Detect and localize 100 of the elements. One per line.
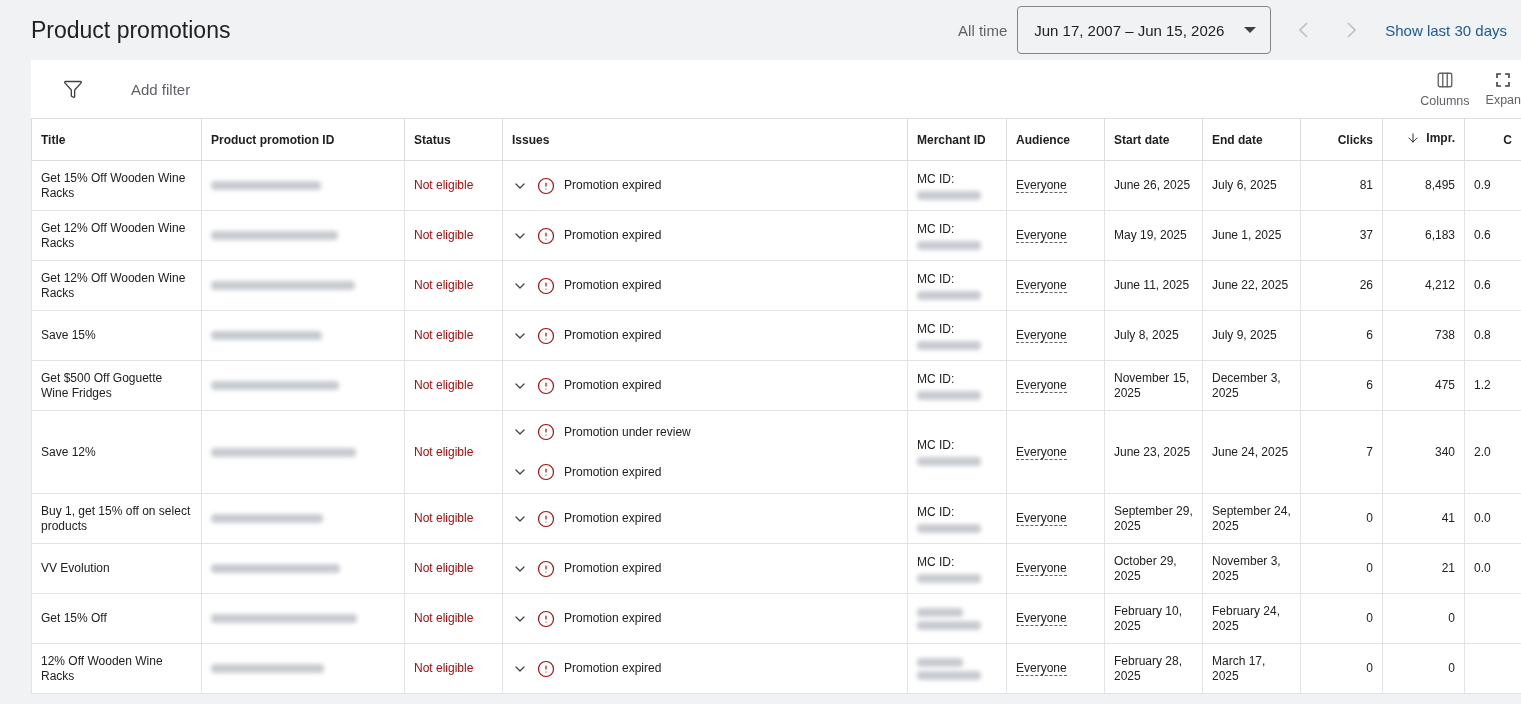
- title-cell: Save 12%: [41, 444, 96, 459]
- start-date: June 26, 2025: [1114, 178, 1191, 192]
- column-header[interactable]: Audience: [1006, 118, 1105, 161]
- impressions-value: 0: [1448, 611, 1455, 625]
- column-header[interactable]: Start date: [1104, 118, 1203, 161]
- alert-icon: [537, 326, 555, 345]
- column-header[interactable]: Product promotion ID: [201, 118, 405, 161]
- column-header[interactable]: Clicks: [1300, 118, 1383, 161]
- end-date: June 1, 2025: [1212, 228, 1282, 242]
- title-cell: Get 15% Off: [41, 611, 107, 625]
- alert-icon: [537, 463, 555, 481]
- merchant-id-label: MC ID:: [917, 221, 955, 236]
- column-header[interactable]: Issues: [502, 118, 908, 161]
- column-header[interactable]: C: [1464, 118, 1521, 161]
- audience-text[interactable]: Everyone: [1016, 561, 1067, 576]
- columns-icon: [1435, 70, 1454, 89]
- issue-text: Promotion expired: [564, 278, 662, 293]
- issue-text: Promotion expired: [564, 511, 662, 526]
- show-last-30-days-link[interactable]: Show last 30 days: [1385, 17, 1507, 43]
- end-date: July 6, 2025: [1212, 178, 1277, 192]
- clicks-value: 0: [1366, 511, 1373, 525]
- start-date: February 10, 2025: [1114, 603, 1183, 633]
- column-header[interactable]: Merchant ID: [907, 118, 1007, 161]
- column-value: 0.0: [1474, 511, 1491, 525]
- merchant-id-label: MC ID:: [917, 271, 955, 286]
- audience-text[interactable]: Everyone: [1016, 511, 1067, 526]
- impressions-value: 0: [1448, 661, 1455, 675]
- redacted-id: [917, 390, 981, 400]
- column-value: 0.6: [1474, 228, 1491, 242]
- end-date: June 24, 2025: [1212, 444, 1289, 459]
- issue-text: Promotion under review: [564, 424, 691, 440]
- filter-icon[interactable]: [63, 79, 83, 99]
- start-date: May 19, 2025: [1114, 228, 1187, 242]
- merchant-id-label: MC ID:: [917, 438, 955, 452]
- title-cell: Get 12% Off Wooden Wine Racks: [41, 220, 186, 250]
- status-text: Not eligible: [414, 178, 474, 192]
- end-date: December 3, 2025: [1212, 370, 1281, 400]
- impressions-value: 738: [1434, 328, 1455, 342]
- alert-icon: [537, 376, 555, 395]
- audience-text[interactable]: Everyone: [1016, 328, 1067, 343]
- chevron-left-icon: [1298, 22, 1308, 38]
- redacted-id: [917, 670, 981, 680]
- impressions-value: 475: [1434, 378, 1455, 392]
- title-cell: Get 12% Off Wooden Wine Racks: [41, 270, 186, 300]
- end-date: February 24, 2025: [1212, 603, 1281, 633]
- add-filter-button[interactable]: Add filter: [131, 80, 1405, 98]
- start-date: June 23, 2025: [1114, 444, 1191, 459]
- end-date: July 9, 2025: [1212, 328, 1277, 342]
- impressions-value: 41: [1441, 511, 1455, 525]
- issue-text: Promotion expired: [564, 328, 662, 343]
- impressions-value: 6,183: [1424, 228, 1455, 242]
- audience-text[interactable]: Everyone: [1016, 178, 1067, 193]
- end-date: September 24, 2025: [1212, 503, 1291, 533]
- start-date: February 28, 2025: [1114, 653, 1183, 683]
- expand-button[interactable]: Expan: [1485, 71, 1521, 107]
- alert-icon: [537, 226, 555, 245]
- status-text: Not eligible: [414, 378, 474, 392]
- alert-icon: [537, 276, 555, 295]
- title-cell: 12% Off Wooden Wine Racks: [41, 653, 163, 683]
- column-header[interactable]: End date: [1202, 118, 1301, 161]
- clicks-value: 0: [1366, 661, 1373, 675]
- issue-text: Promotion expired: [564, 178, 662, 193]
- audience-text[interactable]: Everyone: [1016, 444, 1067, 460]
- date-range-label: All time: [958, 21, 1008, 39]
- status-text: Not eligible: [414, 278, 474, 292]
- expand-icon: [1495, 71, 1512, 88]
- column-header[interactable]: Status: [404, 118, 503, 161]
- page-title: Product promotions: [31, 16, 232, 44]
- merchant-id-label: MC ID:: [917, 171, 955, 186]
- audience-text[interactable]: Everyone: [1016, 611, 1067, 626]
- clicks-value: 37: [1359, 228, 1373, 242]
- redacted-id: [917, 457, 981, 466]
- clicks-value: 26: [1359, 278, 1373, 292]
- issue-text: Promotion expired: [564, 464, 662, 480]
- issue-text: Promotion expired: [564, 611, 662, 626]
- audience-text[interactable]: Everyone: [1016, 228, 1067, 243]
- alert-icon: [537, 659, 555, 678]
- column-header[interactable]: Impr.: [1382, 118, 1465, 161]
- impressions-value: 8,495: [1424, 178, 1455, 192]
- audience-text[interactable]: Everyone: [1016, 661, 1067, 676]
- merchant-id-label: MC ID:: [917, 554, 955, 569]
- clicks-value: 81: [1359, 178, 1373, 192]
- date-range-dropdown[interactable]: Jun 17, 2007 – Jun 15, 2026: [1017, 6, 1272, 54]
- clicks-value: 0: [1366, 561, 1373, 575]
- audience-text[interactable]: Everyone: [1016, 378, 1067, 393]
- status-text: Not eligible: [414, 611, 474, 625]
- issue-text: Promotion expired: [564, 228, 662, 243]
- title-cell: Buy 1, get 15% off on select products: [41, 503, 191, 533]
- column-header[interactable]: Title: [31, 118, 202, 161]
- clicks-value: 6: [1366, 378, 1373, 392]
- caret-icon: [1244, 27, 1257, 33]
- start-date: June 11, 2025: [1114, 278, 1190, 292]
- columns-button[interactable]: Columns: [1420, 70, 1470, 108]
- status-text: Not eligible: [414, 444, 474, 459]
- audience-text[interactable]: Everyone: [1016, 278, 1067, 293]
- clicks-value: 6: [1366, 328, 1373, 342]
- redacted-id: [917, 573, 981, 583]
- clicks-value: 7: [1366, 444, 1373, 459]
- alert-icon: [537, 423, 555, 441]
- redacted-id: [917, 190, 981, 200]
